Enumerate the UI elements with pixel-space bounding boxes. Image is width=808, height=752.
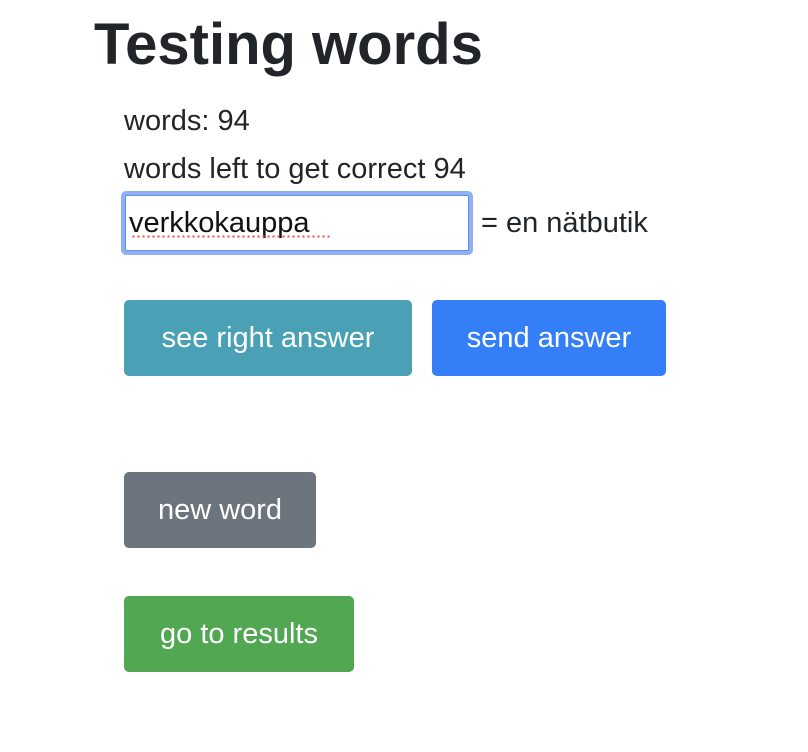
new-word-button[interactable]: new word [124,472,316,548]
go-to-results-button[interactable]: go to results [124,596,354,672]
words-left-text: words left to get correct 94 [124,153,466,185]
send-answer-button[interactable]: send answer [432,300,666,376]
answer-row: = en nätbutik [121,191,648,255]
words-count-text: words: 94 [124,105,250,137]
answer-input[interactable] [121,191,473,255]
translation-text: = en nätbutik [481,207,648,239]
answer-input-wrapper [121,191,473,255]
page-title: Testing words [94,12,483,77]
see-right-answer-button[interactable]: see right answer [124,300,412,376]
